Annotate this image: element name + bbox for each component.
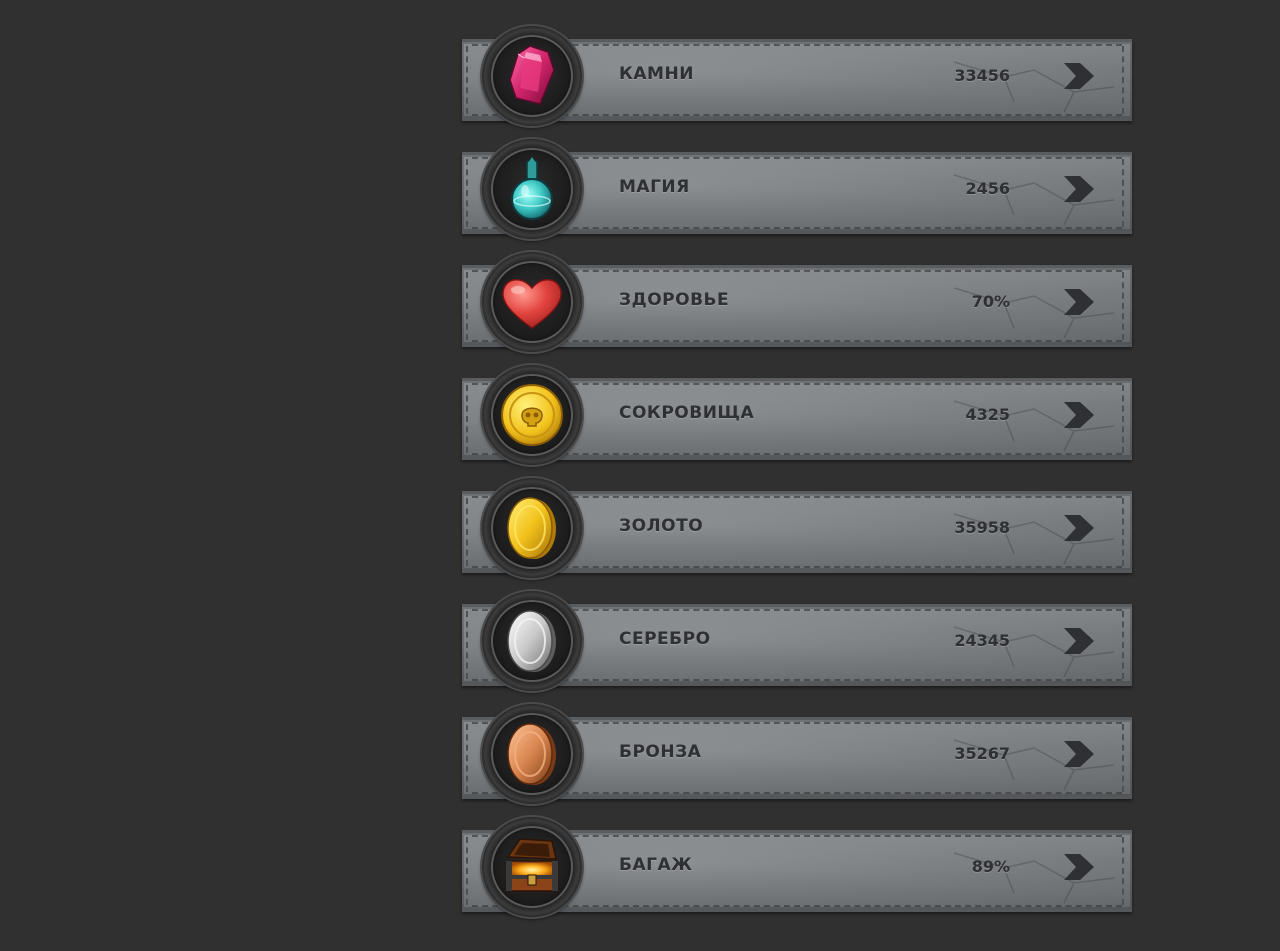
chevron-right-icon[interactable] [1062,626,1096,656]
resource-row-silver[interactable]: СЕРЕБРО 24345 [460,589,1140,702]
chevron-right-icon[interactable] [1062,513,1096,543]
icon-frame [482,591,582,691]
resource-value: 89% [971,857,1010,876]
skull-coin-icon [501,384,563,446]
chevron-right-icon[interactable] [1062,400,1096,430]
resource-label: БАГАЖ [619,855,693,875]
chevron-right-icon[interactable] [1062,852,1096,882]
resource-value: 33456 [954,66,1010,85]
gem-icon [509,45,555,105]
resource-row-treasures[interactable]: СОКРОВИЩА 4325 [460,363,1140,476]
resource-value: 70% [971,292,1010,311]
resource-label: КАМНИ [619,64,694,84]
gold-coin-icon [507,497,556,559]
chevron-right-icon[interactable] [1062,174,1096,204]
heart-icon [502,279,562,329]
icon-frame [482,252,582,352]
icon-frame [482,817,582,917]
resource-label: МАГИЯ [619,177,690,197]
icon-frame [482,26,582,126]
resource-label: ЗОЛОТО [619,516,704,536]
icon-frame [482,704,582,804]
silver-coin-icon [507,610,556,672]
resource-value: 35267 [954,744,1010,763]
resource-label: СЕРЕБРО [619,629,711,649]
resource-value: 35958 [954,518,1010,537]
icon-frame [482,139,582,239]
resource-label: ЗДОРОВЬЕ [619,290,730,310]
resource-row-magic[interactable]: МАГИЯ 2456 [460,137,1140,250]
resource-row-bronze[interactable]: БРОНЗА 35267 [460,702,1140,815]
resource-row-gold[interactable]: ЗОЛОТО 35958 [460,476,1140,589]
chevron-right-icon[interactable] [1062,287,1096,317]
icon-frame [482,478,582,578]
resource-list: КАМНИ 33456 МАГИЯ 2456 ЗДОРОВЬЕ 70% СОКР… [460,24,1140,928]
resource-value: 4325 [965,405,1010,424]
resource-row-stones[interactable]: КАМНИ 33456 [460,24,1140,137]
chevron-right-icon[interactable] [1062,739,1096,769]
bronze-coin-icon [507,723,556,785]
resource-row-health[interactable]: ЗДОРОВЬЕ 70% [460,250,1140,363]
resource-label: СОКРОВИЩА [619,403,755,423]
resource-label: БРОНЗА [619,742,702,762]
potion-icon [511,157,553,220]
icon-frame [482,365,582,465]
resource-row-luggage[interactable]: БАГАЖ 89% [460,815,1140,928]
chevron-right-icon[interactable] [1062,61,1096,91]
resource-value: 2456 [965,179,1010,198]
resource-value: 24345 [954,631,1010,650]
treasure-chest-icon [505,838,559,892]
